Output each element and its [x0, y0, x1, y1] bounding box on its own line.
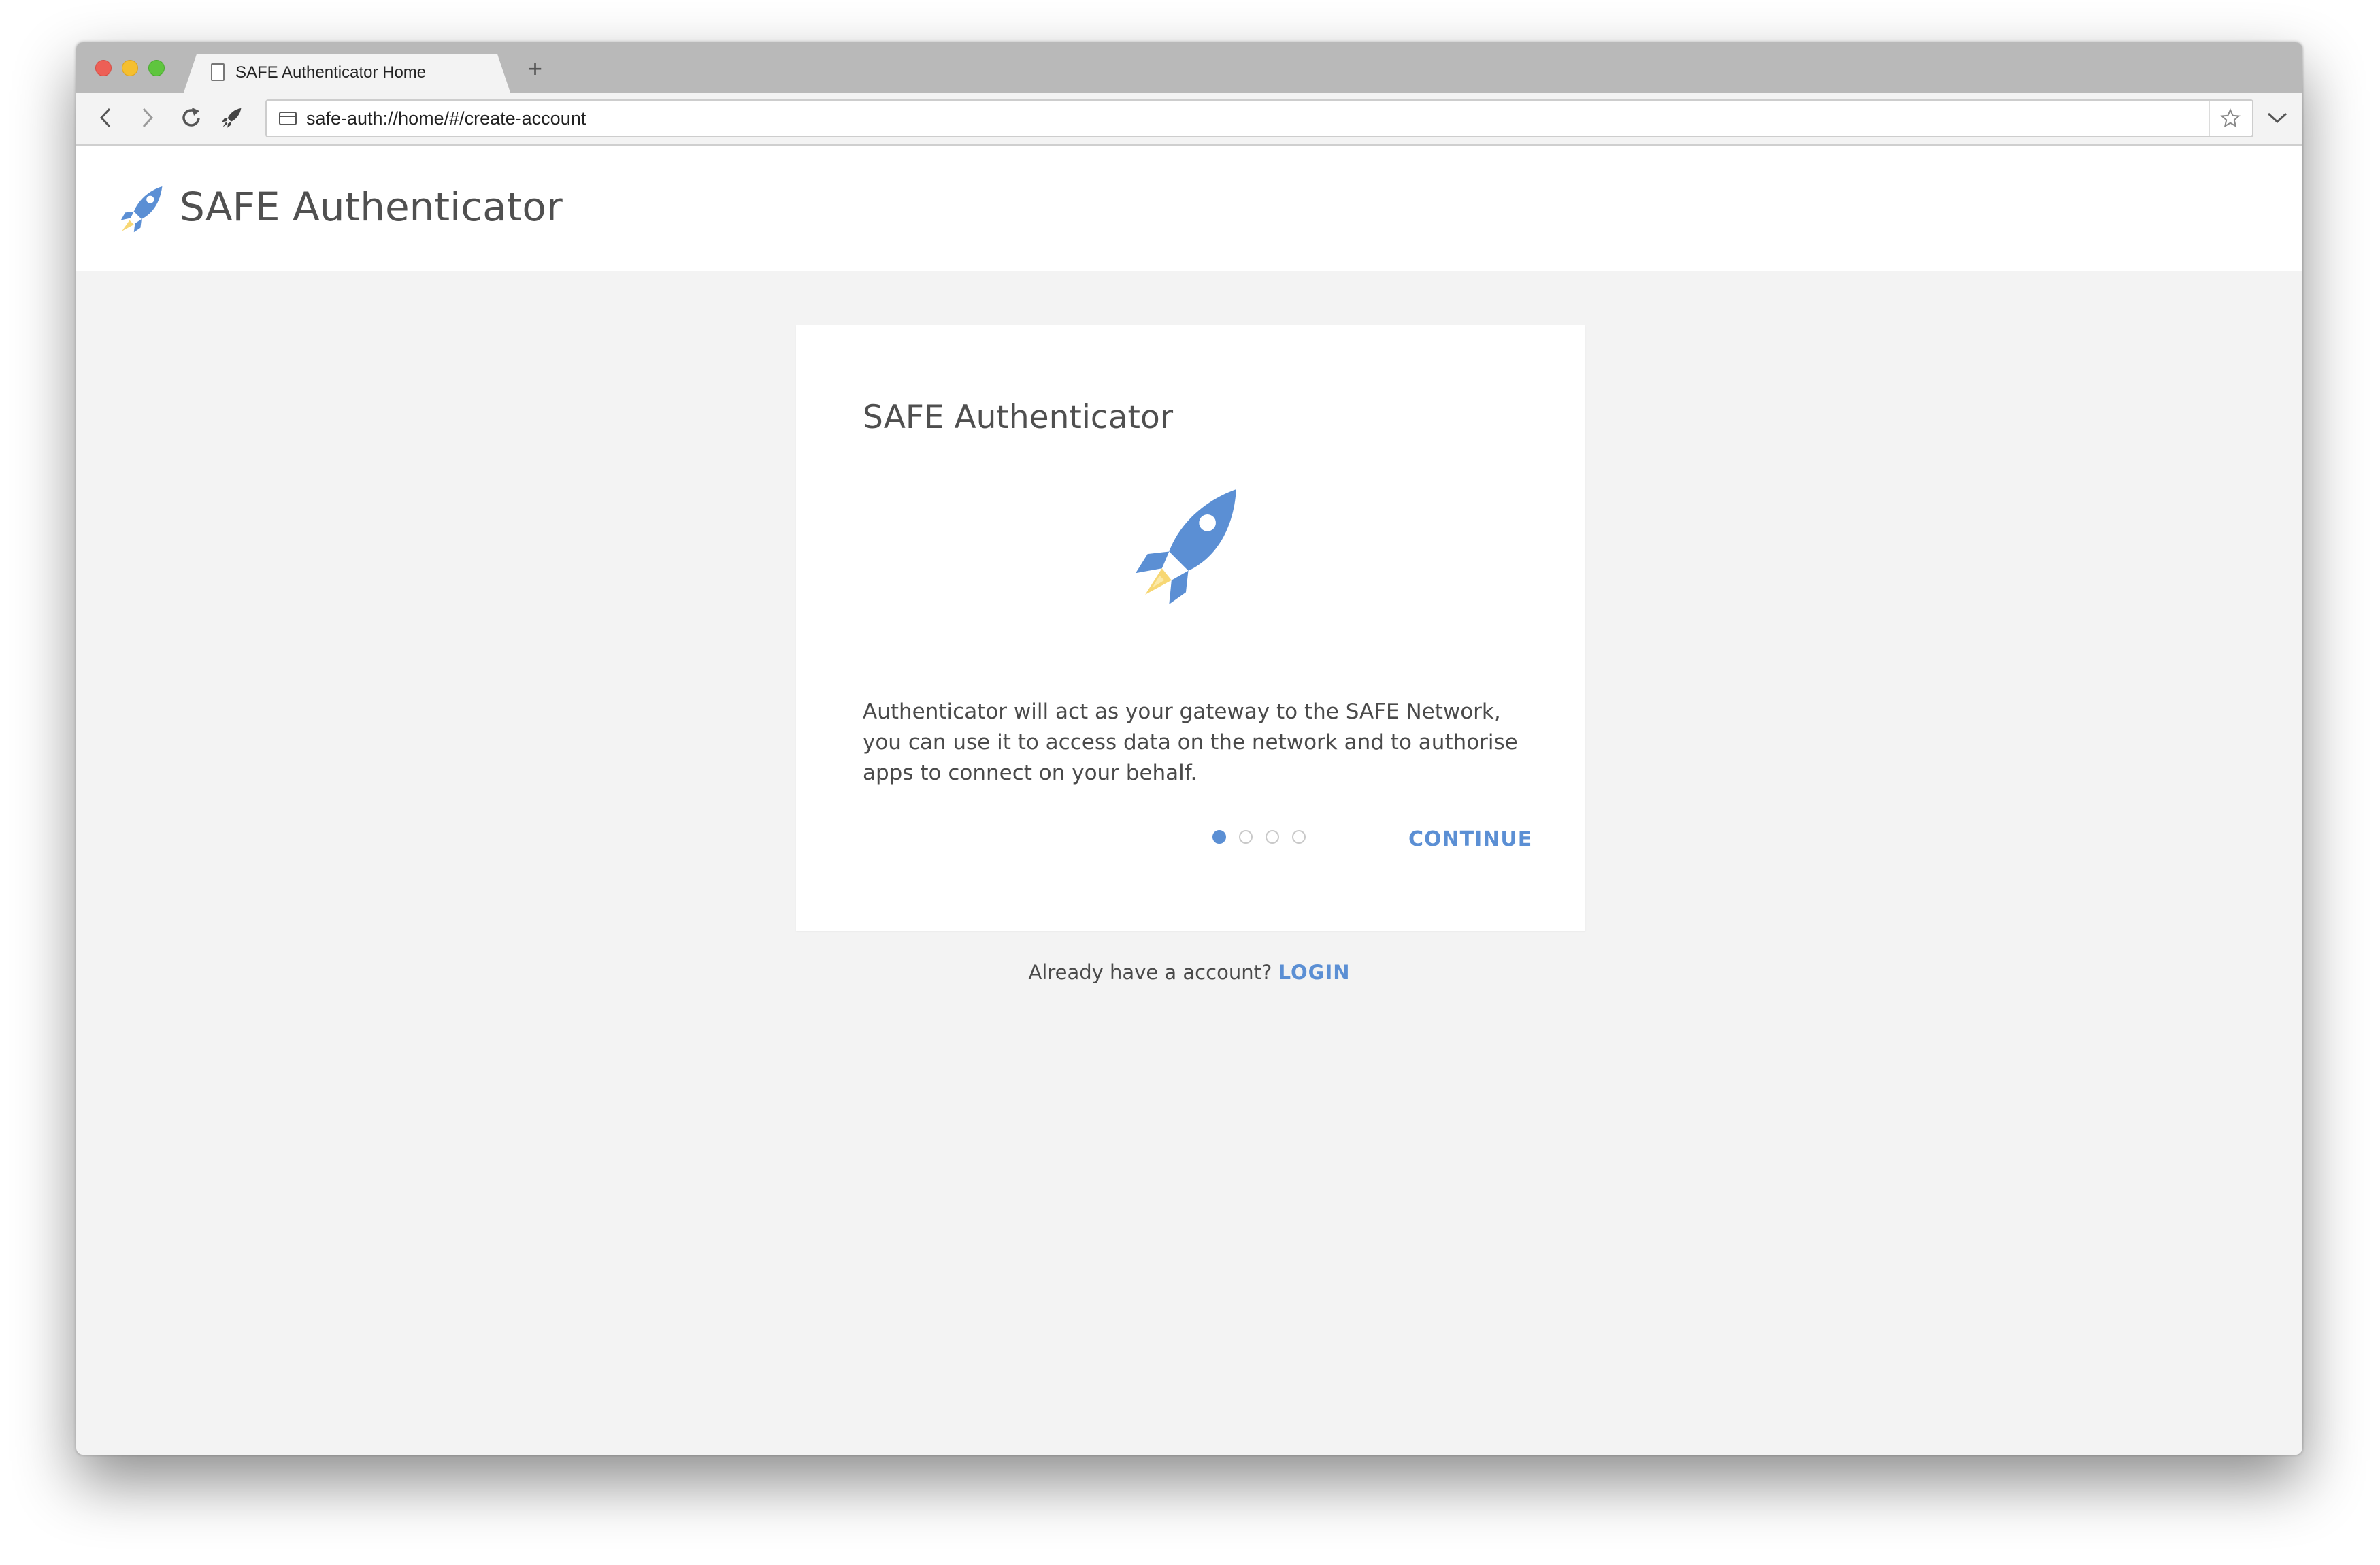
star-icon[interactable]: [2218, 106, 2243, 131]
new-tab-button[interactable]: +: [528, 54, 542, 83]
step-dot-2: [1239, 830, 1253, 844]
card-title: SAFE Authenticator: [863, 399, 1174, 436]
card-description: Authenticator will act as your gateway t…: [863, 699, 1518, 785]
tab-title: SAFE Authenticator Home: [235, 63, 427, 82]
login-link[interactable]: LOGIN: [1278, 961, 1351, 984]
url-text[interactable]: safe-auth://home/#/create-account: [306, 108, 586, 129]
close-window-button[interactable]: [95, 60, 112, 76]
login-prompt-text: Already have a account?: [1028, 961, 1278, 984]
onboarding-card: SAFE Authenticator Authenticator will ac…: [796, 325, 1585, 931]
step-indicator: [1212, 830, 1306, 844]
browser-window: SAFE Authenticator Home + safe-auth://ho…: [76, 42, 2302, 1455]
rocket-icon[interactable]: [216, 102, 248, 133]
step-dot-1: [1212, 830, 1226, 844]
page-info-icon[interactable]: [279, 112, 297, 125]
chevron-left-icon[interactable]: [90, 102, 121, 133]
tab-strip: SAFE Authenticator Home +: [76, 42, 2302, 93]
minimize-window-button[interactable]: [122, 60, 138, 76]
url-divider: [2209, 101, 2210, 136]
step-dot-4: [1292, 830, 1306, 844]
step-dot-3: [1266, 830, 1279, 844]
app-header: SAFE Authenticator: [76, 146, 2302, 271]
rocket-icon: [1131, 483, 1251, 606]
page-icon: [211, 63, 225, 81]
reload-icon[interactable]: [176, 102, 207, 133]
tab-active[interactable]: SAFE Authenticator Home: [184, 54, 510, 93]
chevron-right-icon[interactable]: [132, 102, 163, 133]
zoom-window-button[interactable]: [148, 60, 165, 76]
login-prompt: Already have a account? LOGIN: [76, 961, 2302, 984]
browser-toolbar: safe-auth://home/#/create-account: [76, 93, 2302, 146]
address-bar[interactable]: safe-auth://home/#/create-account: [265, 99, 2253, 137]
continue-button[interactable]: CONTINUE: [1402, 822, 1539, 857]
rocket-icon: [114, 181, 169, 235]
chevron-down-icon[interactable]: [2262, 102, 2293, 133]
app-title: SAFE Authenticator: [180, 184, 563, 230]
